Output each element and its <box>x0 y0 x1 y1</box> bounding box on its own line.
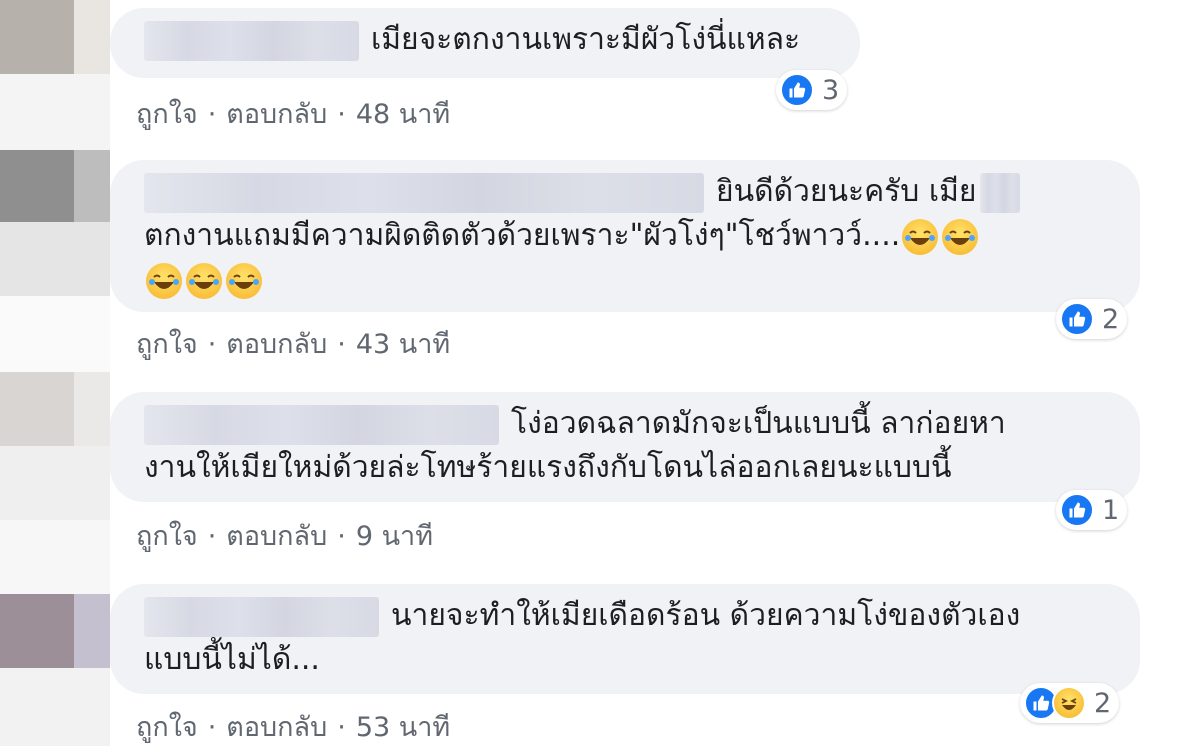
reaction-count: 2 <box>1102 303 1120 335</box>
avatar-pixel <box>0 520 110 594</box>
laughing-crying-emoji <box>942 218 979 255</box>
laughing-crying-emoji <box>226 262 262 299</box>
comment-text: นายจะทำให้เมียเดือดร้อน ด้วยความโง่ของตั… <box>391 598 1021 633</box>
avatar[interactable] <box>0 594 74 668</box>
like-icon <box>1060 302 1094 336</box>
comment-actions: ถูกใจ · ตอบกลับ · 9 นาที <box>136 514 433 557</box>
separator: · <box>207 521 217 552</box>
comment-bubble: เมียจะตกงานเพราะมีผัวโง่นี่แหละ <box>110 8 860 78</box>
separator: · <box>337 521 346 552</box>
comment-text: ตกงานแถมมีความผิดติดตัวด้วยเพราะ"ผัวโง่ๆ… <box>144 218 901 253</box>
blurred-text <box>980 172 1021 213</box>
comment-bubble: ยินดีด้วยนะครับ เมีย ตกงานแถมมีความผิดติ… <box>110 160 1140 312</box>
reaction-count: 2 <box>1094 687 1112 719</box>
separator: · <box>337 99 346 130</box>
comment-text: เมียจะตกงานเพราะมีผัวโง่นี่แหละ <box>371 22 801 57</box>
laughing-crying-emoji <box>902 218 939 255</box>
avatar-pixel <box>74 0 110 74</box>
blurred-author-name[interactable] <box>144 20 359 61</box>
reply-link[interactable]: ตอบกลับ <box>226 329 327 360</box>
reaction-count: 3 <box>822 74 840 106</box>
comment-text: ยินดีด้วยนะครับ เมีย <box>716 174 977 209</box>
avatar-column <box>0 0 110 746</box>
comment-actions: ถูกใจ · ตอบกลับ · 48 นาที <box>136 92 450 135</box>
reaction-count: 1 <box>1102 494 1120 526</box>
separator: · <box>337 329 346 360</box>
separator: · <box>207 712 217 743</box>
haha-icon <box>1052 686 1086 720</box>
comment-bubble: นายจะทำให้เมียเดือดร้อน ด้วยความโง่ของตั… <box>110 584 1140 694</box>
avatar-pixel <box>0 668 110 746</box>
blurred-author-name[interactable] <box>144 596 379 637</box>
timestamp[interactable]: 48 นาที <box>356 99 450 130</box>
laughing-crying-emoji <box>146 262 182 299</box>
avatar-pixel <box>0 296 110 372</box>
reply-link[interactable]: ตอบกลับ <box>226 521 327 552</box>
like-link[interactable]: ถูกใจ <box>136 99 198 130</box>
comment-text: โง่อวดฉลาดมักจะเป็นแบบนี้ ลาก่อยหา <box>511 406 1006 441</box>
avatar-pixel <box>74 594 110 668</box>
reaction-summary[interactable]: 2 <box>1020 683 1120 723</box>
avatar[interactable] <box>0 372 74 446</box>
comment-bubble: โง่อวดฉลาดมักจะเป็นแบบนี้ ลาก่อยหา งานให… <box>110 392 1140 502</box>
reaction-summary[interactable]: 3 <box>776 70 848 110</box>
avatar-pixel <box>0 74 110 150</box>
reply-link[interactable]: ตอบกลับ <box>226 712 327 743</box>
avatar[interactable] <box>0 150 74 222</box>
timestamp[interactable]: 43 นาที <box>356 329 450 360</box>
like-link[interactable]: ถูกใจ <box>136 712 198 743</box>
reaction-summary[interactable]: 1 <box>1056 490 1128 530</box>
like-link[interactable]: ถูกใจ <box>136 521 198 552</box>
blurred-author-name[interactable] <box>144 404 499 445</box>
comment-actions: ถูกใจ · ตอบกลับ · 43 นาที <box>136 322 450 365</box>
comment-text: งานให้เมียใหม่ด้วยล่ะโทษร้ายแรงถึงกับโดน… <box>144 450 952 485</box>
reaction-summary[interactable]: 2 <box>1056 299 1128 339</box>
comment-text: แบบนี้ไม่ได้... <box>144 642 320 677</box>
timestamp[interactable]: 9 นาที <box>356 521 433 552</box>
like-icon <box>780 73 814 107</box>
blurred-author-name[interactable] <box>144 172 704 213</box>
comment-actions: ถูกใจ · ตอบกลับ · 53 นาที <box>136 705 450 748</box>
separator: · <box>337 712 346 743</box>
like-icon <box>1060 493 1094 527</box>
reply-link[interactable]: ตอบกลับ <box>226 99 327 130</box>
avatar-pixel <box>74 150 110 222</box>
avatar-pixel <box>0 222 110 296</box>
like-link[interactable]: ถูกใจ <box>136 329 198 360</box>
timestamp[interactable]: 53 นาที <box>356 712 450 743</box>
separator: · <box>207 99 217 130</box>
avatar-pixel <box>0 446 110 520</box>
avatar-pixel <box>74 372 110 446</box>
laughing-crying-emoji <box>186 262 222 299</box>
separator: · <box>207 329 217 360</box>
